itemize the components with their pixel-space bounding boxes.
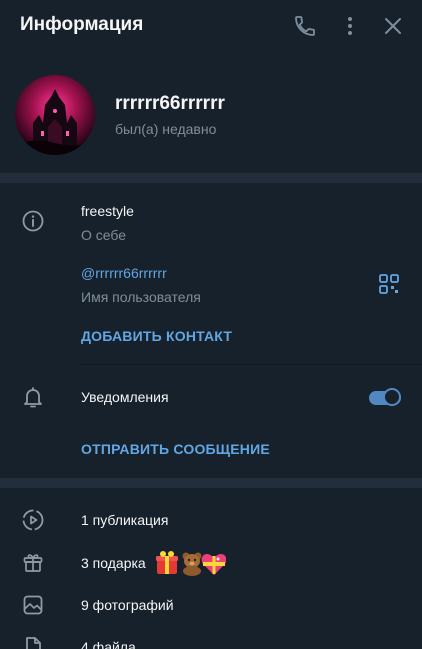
avatar[interactable] — [15, 75, 95, 155]
page-title: Информация — [20, 14, 144, 35]
more-vertical-icon[interactable] — [338, 14, 362, 38]
phone-icon[interactable] — [293, 14, 317, 38]
file-icon — [21, 635, 45, 649]
profile-card: rrrrrr66rrrrrr был(а) недавно — [0, 52, 422, 173]
files-item[interactable]: 4 файла — [81, 639, 136, 649]
username-label: Имя пользователя — [81, 289, 201, 305]
profile-name: rrrrrr66rrrrrr — [115, 93, 225, 114]
gifts-item[interactable]: 3 подарка — [81, 555, 146, 571]
gift-icon — [21, 550, 45, 574]
header: Информация — [0, 0, 422, 52]
profile-status: был(а) недавно — [115, 121, 217, 137]
photo-icon — [21, 593, 45, 617]
photos-item[interactable]: 9 фотографий — [81, 597, 174, 613]
info-icon — [21, 209, 45, 233]
send-message-button[interactable]: ОТПРАВИТЬ СООБЩЕНИЕ — [81, 441, 270, 457]
qr-code-icon[interactable] — [378, 273, 400, 295]
section-divider — [0, 478, 422, 488]
publications-item[interactable]: 1 публикация — [81, 512, 168, 528]
bio-text: freestyle — [81, 203, 134, 219]
toggle-knob — [383, 388, 401, 406]
row-separator — [81, 364, 422, 365]
notifications-label: Уведомления — [81, 389, 169, 405]
gift-emojis — [156, 550, 226, 576]
section-divider — [0, 173, 422, 183]
add-contact-button[interactable]: ДОБАВИТЬ КОНТАКТ — [81, 328, 232, 344]
stories-icon — [21, 508, 45, 532]
close-icon[interactable] — [381, 14, 405, 38]
username-link[interactable]: @rrrrrr66rrrrrr — [81, 265, 167, 281]
bell-icon — [21, 385, 45, 409]
notifications-toggle[interactable] — [369, 388, 401, 406]
bio-label: О себе — [81, 227, 127, 243]
